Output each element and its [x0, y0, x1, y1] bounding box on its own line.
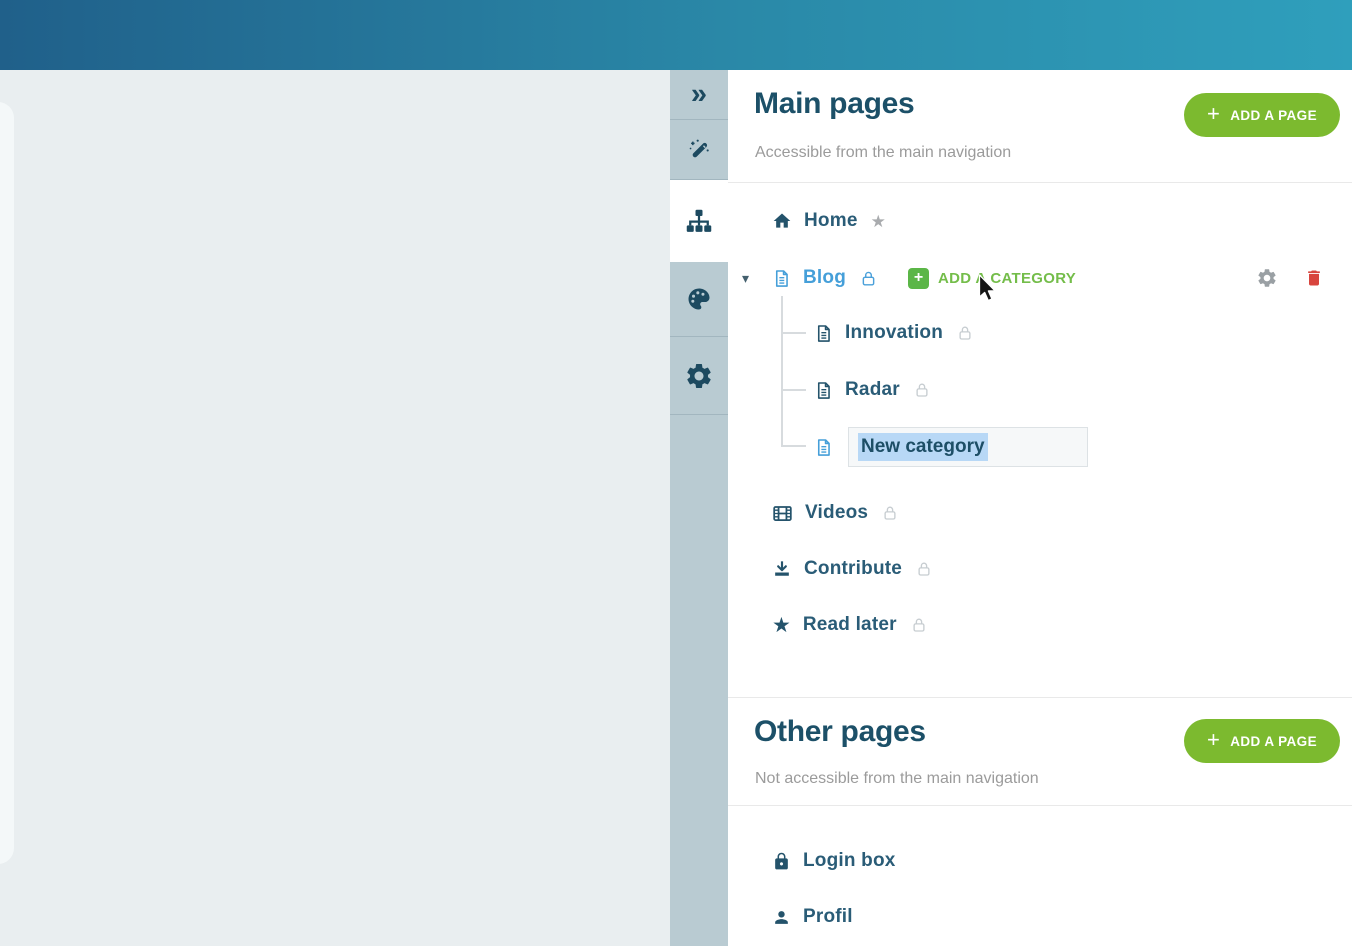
app-window: » [0, 0, 1352, 946]
page-row-login-box[interactable]: Login box [728, 843, 1352, 879]
category-row-new-editing: New category [728, 426, 1352, 468]
person-icon [772, 908, 791, 927]
selected-input-text: New category [858, 433, 988, 461]
gear-icon [1256, 267, 1278, 289]
gear-icon [684, 361, 714, 391]
plus-icon: + [1207, 103, 1220, 125]
home-icon [772, 211, 792, 231]
divider [728, 182, 1352, 183]
sidebar-filler [670, 415, 728, 946]
page-label: Profil [803, 906, 853, 928]
homepage-star-icon: ★ [871, 213, 886, 230]
add-category-button[interactable]: + ADD A CATEGORY [908, 268, 1076, 289]
category-label: Radar [845, 379, 900, 401]
page-settings-button[interactable] [1256, 267, 1278, 289]
new-category-input[interactable]: New category [848, 427, 1088, 467]
document-icon [814, 381, 833, 400]
divider [728, 805, 1352, 806]
double-chevron-right-icon: » [691, 80, 707, 109]
delete-page-button[interactable] [1304, 268, 1324, 288]
page-row-videos[interactable]: Videos [728, 495, 1352, 531]
lock-icon [913, 381, 931, 399]
page-row-read-later[interactable]: ★ Read later [728, 607, 1352, 643]
page-row-home[interactable]: Home ★ [728, 203, 1352, 239]
page-label: Contribute [804, 558, 902, 580]
divider [728, 697, 1352, 698]
add-category-label: ADD A CATEGORY [938, 270, 1076, 287]
page-row-profil[interactable]: Profil [728, 899, 1352, 935]
category-row-radar[interactable]: Radar [728, 372, 1352, 408]
magic-wand-icon [686, 137, 712, 163]
add-page-button-main[interactable]: + ADD A PAGE [1184, 93, 1340, 137]
download-icon [772, 559, 792, 579]
page-label: Home [804, 210, 858, 232]
main-pages-subtitle: Accessible from the main navigation [755, 144, 1011, 162]
page-label: Videos [805, 502, 868, 524]
caret-down-icon[interactable]: ▾ [742, 271, 749, 285]
lock-icon [910, 616, 928, 634]
other-pages-title: Other pages [754, 714, 926, 750]
background-card-edge [0, 102, 14, 864]
category-label: Innovation [845, 322, 943, 344]
lock-icon [772, 852, 791, 871]
document-icon [814, 324, 833, 343]
page-label: Login box [803, 850, 896, 872]
page-label: Read later [803, 614, 897, 636]
sidebar-item-settings[interactable] [670, 337, 728, 415]
sidebar-item-pages-active[interactable] [670, 180, 728, 262]
add-page-button-other[interactable]: + ADD A PAGE [1184, 719, 1340, 763]
film-icon [772, 503, 793, 524]
pages-panel: Main pages Accessible from the main navi… [728, 70, 1352, 946]
row-actions [1256, 267, 1324, 289]
lock-icon [881, 504, 899, 522]
palette-icon [685, 285, 713, 313]
page-row-contribute[interactable]: Contribute [728, 551, 1352, 587]
top-bar [0, 0, 1352, 70]
add-page-label: ADD A PAGE [1230, 108, 1317, 123]
plus-icon: + [1207, 729, 1220, 751]
trash-icon [1304, 268, 1324, 288]
sidebar-item-wizard[interactable] [670, 120, 728, 180]
category-row-innovation[interactable]: Innovation [728, 315, 1352, 351]
page-label: Blog [803, 267, 846, 289]
tool-sidebar: » [670, 70, 728, 946]
lock-icon [859, 269, 878, 288]
add-page-label: ADD A PAGE [1230, 734, 1317, 749]
lock-icon [956, 324, 974, 342]
document-icon [772, 269, 791, 288]
document-icon [814, 438, 833, 457]
other-pages-subtitle: Not accessible from the main navigation [755, 770, 1039, 788]
main-pages-title: Main pages [754, 86, 914, 122]
star-icon: ★ [772, 615, 791, 636]
sitemap-icon [684, 206, 714, 236]
collapse-sidebar-button[interactable]: » [670, 70, 728, 120]
page-row-blog[interactable]: ▾ Blog + ADD A CATEGORY [728, 260, 1352, 296]
plus-icon: + [908, 268, 929, 289]
lock-icon [915, 560, 933, 578]
sidebar-item-design[interactable] [670, 262, 728, 337]
